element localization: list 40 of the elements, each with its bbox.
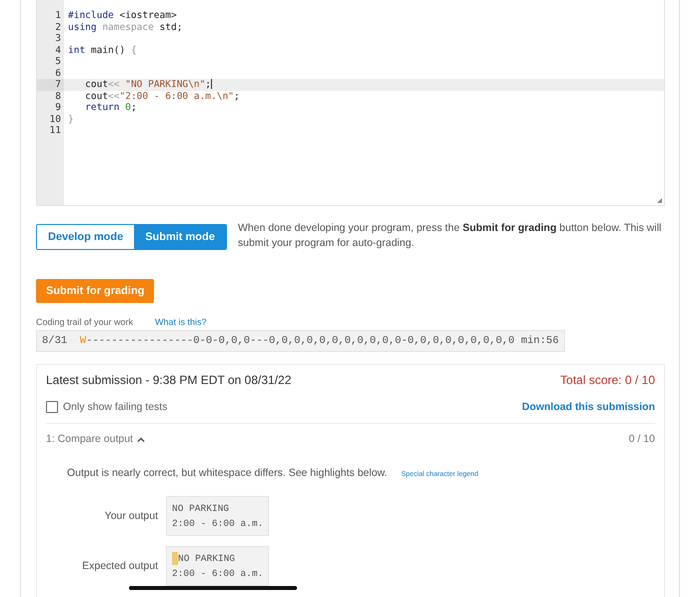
code-line: #include <iostream> — [67, 10, 178, 22]
line-number: 4 — [54, 44, 62, 56]
total-score: Total score: 0 / 10 — [560, 373, 655, 387]
line-number: 8 — [54, 90, 62, 102]
output-line: NO PARKING — [172, 502, 230, 516]
line-number: 7 — [37, 79, 64, 90]
test-score: 0 / 10 — [628, 433, 655, 445]
line-number: 1 — [54, 10, 62, 22]
test-title[interactable]: 1: Compare output — [46, 433, 133, 445]
download-link[interactable]: Download this submission — [522, 401, 655, 413]
code-line: int main() { — [67, 44, 138, 56]
mode-description: When done developing your program, press the Submit for grading button below. This will submit your program for auto-grading. — [238, 221, 662, 251]
submission-title: Latest submission - 9:38 PM EDT on 08/31/22 — [46, 373, 292, 387]
resize-grip-icon[interactable] — [657, 198, 662, 203]
checkbox-label[interactable]: Only show failing tests — [63, 401, 168, 413]
output-label: Your output — [104, 510, 158, 522]
code-editor[interactable]: 1 2 3 4 5 6 7 8 9 10 11 #include <iostream> using namespace std; int main() { cout<< "NO PARKING\n"; cout<<"2:00 - 6:00 a.m.\n"; return 0; } — [36, 0, 665, 206]
caret-icon[interactable] — [136, 436, 145, 442]
line-number: 9 — [54, 102, 62, 114]
line-number: 5 — [54, 56, 62, 68]
output-line: 2:00 - 6:00 a.m. — [172, 517, 264, 531]
code-line: using namespace std; — [67, 22, 184, 33]
mode-tab[interactable]: Submit mode — [134, 225, 226, 249]
output-line: NO PARKING — [172, 551, 264, 566]
code-line: } — [67, 114, 75, 125]
code-line: cout<<"2:00 - 6:00 a.m.\n"; — [84, 90, 241, 102]
coding-trail: 8/31 W-----------------0-0-0,0,0---0,0,0,0,0,0,0,0,0,0,0-0,0,0,0,0,0,0,0,0 min:56 — [36, 330, 565, 352]
output-label: Expected output — [82, 560, 158, 572]
trail-label: Coding trail of your work — [36, 317, 134, 327]
submit-button[interactable]: Submit for grading — [36, 279, 154, 303]
output-line: 2:00 - 6:00 a.m. — [172, 567, 264, 581]
line-number: 3 — [54, 33, 62, 44]
help-link[interactable]: What is this? — [155, 317, 207, 327]
line-number: 2 — [54, 22, 62, 33]
test-message: Output is nearly correct, but whitespace differs. See highlights below. — [67, 467, 388, 479]
code-line: return 0; — [84, 102, 138, 114]
line-number: 6 — [54, 68, 62, 79]
line-number: 11 — [48, 125, 62, 136]
line-number: 10 — [48, 114, 62, 125]
checkbox[interactable] — [46, 401, 58, 413]
